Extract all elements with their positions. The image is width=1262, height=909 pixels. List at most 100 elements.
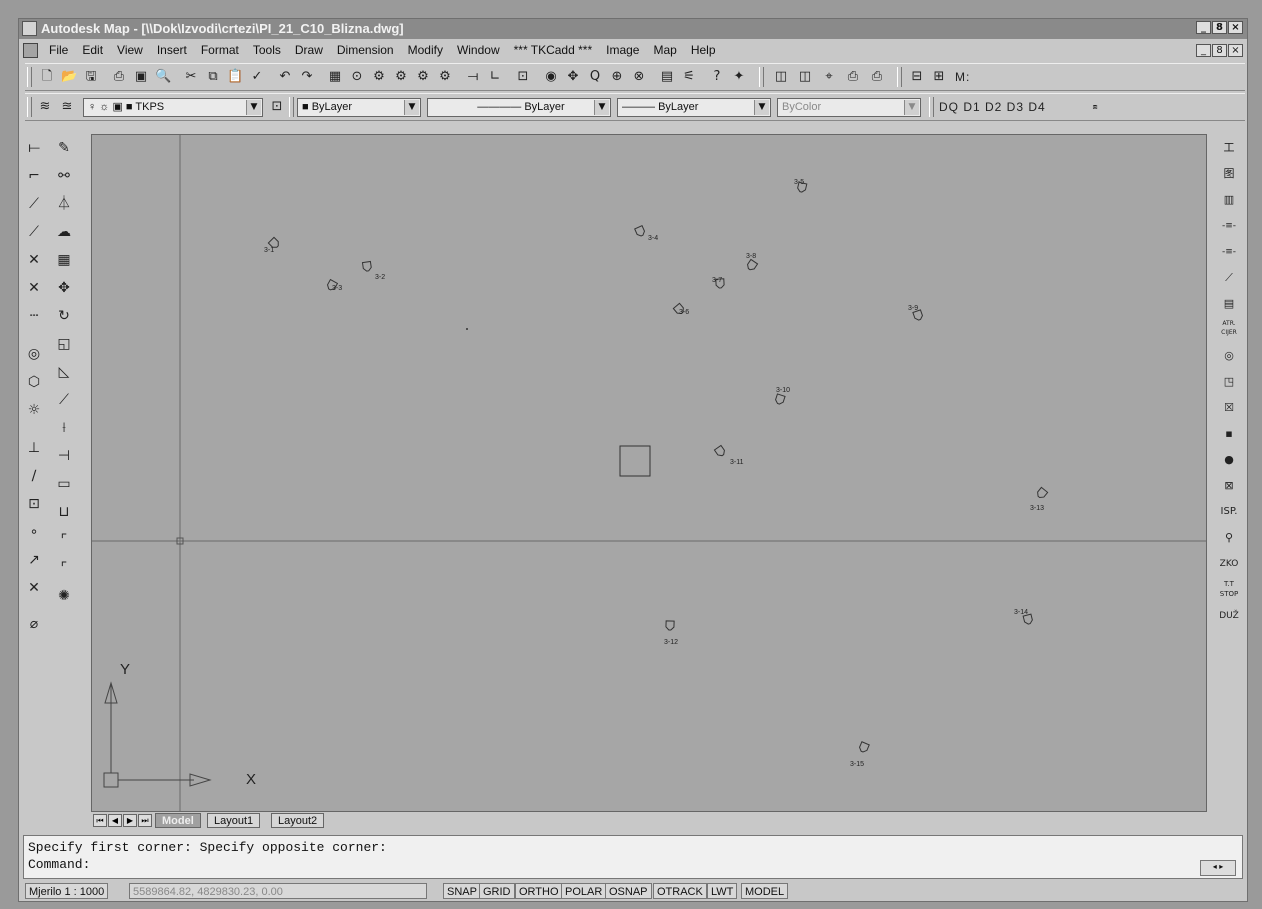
tk-tool-3-icon[interactable]: ▥ (1217, 189, 1241, 211)
tk-tt-stop-icon[interactable]: T.T STOP (1217, 579, 1241, 601)
tk-tool-2-icon[interactable]: 图 (1217, 163, 1241, 185)
print-icon[interactable]: ⎙ (111, 69, 127, 85)
copy-object-icon[interactable]: ⚯ (53, 165, 75, 187)
mirror-icon[interactable]: ⏃ (53, 193, 75, 215)
help-icon[interactable]: ? (709, 69, 725, 85)
hatch-icon[interactable]: ⌀ (23, 613, 45, 635)
move-icon[interactable]: ✥ (53, 277, 75, 299)
tk-tool-5-icon[interactable]: -≡- (1217, 241, 1241, 263)
lineweight-dropdown[interactable]: ——— ByLayer ▼ (617, 98, 771, 117)
tab-prev-button[interactable]: ◀ (108, 814, 122, 827)
tk-tool-1-icon[interactable]: 工 (1217, 137, 1241, 159)
chamfer-edge-icon[interactable]: ⌜ (53, 529, 75, 551)
viewport-icon[interactable]: ⊟ (909, 69, 925, 85)
ortho-toggle[interactable]: ORTHO (515, 883, 563, 899)
layer-manager-icon[interactable]: ≋ (37, 99, 53, 115)
toolbar-grip-layers[interactable] (27, 97, 32, 117)
tk-isp-icon[interactable]: ISP. (1217, 501, 1241, 523)
menu-file[interactable]: File (49, 43, 68, 57)
break-at-point-icon[interactable]: ⊔ (53, 501, 75, 523)
app-icon[interactable] (22, 21, 37, 36)
layer-dropdown-arrow[interactable]: ▼ (246, 100, 261, 115)
scale-readout[interactable]: Mjerilo 1 : 1000 (25, 883, 109, 899)
menu-map[interactable]: Map (653, 43, 676, 57)
tk-duz-icon[interactable]: DUŽ (1217, 605, 1241, 627)
tk-tool-10-icon[interactable]: ◳ (1217, 371, 1241, 393)
close-button[interactable]: × (1228, 21, 1243, 34)
survey-point-marker[interactable] (361, 260, 372, 272)
tk-tool-12-icon[interactable]: ▪ (1217, 423, 1241, 445)
plotstyle-dropdown-arrow[interactable]: ▼ (904, 100, 919, 115)
cut-icon[interactable]: ✂ (183, 69, 199, 85)
make-object-layer-current-icon[interactable]: ⊡ (269, 99, 285, 115)
lengthen-icon[interactable]: ⟋ (53, 389, 75, 411)
survey-point-marker[interactable] (1036, 486, 1049, 499)
tab-layout2[interactable]: Layout2 (271, 813, 325, 828)
stretch-icon[interactable]: ◺ (53, 361, 75, 383)
color-dropdown[interactable]: ■ ByLayer ▼ (297, 98, 421, 117)
undo-icon[interactable]: ↶ (277, 69, 293, 85)
tab-layout1[interactable]: Layout1 (207, 813, 261, 828)
construction-line-icon[interactable]: ⌐ (23, 165, 45, 187)
network-icon[interactable]: ⚙ (371, 69, 387, 85)
open-icon[interactable]: 📂 (61, 69, 77, 85)
tab-first-button[interactable]: ⏮ (93, 814, 107, 827)
parallel-icon[interactable]: ∕ (23, 465, 45, 487)
redo-icon[interactable]: ↷ (299, 69, 315, 85)
tab-next-button[interactable]: ▶ (123, 814, 137, 827)
linetype-dropdown[interactable]: ———— ByLayer ▼ (427, 98, 611, 117)
save-icon[interactable]: 🖫 (83, 69, 99, 85)
menu-view[interactable]: View (117, 43, 143, 57)
zoom-window-icon[interactable]: ⊡ (515, 69, 531, 85)
menu-insert[interactable]: Insert (157, 43, 187, 57)
circle-icon[interactable]: ◎ (23, 343, 45, 365)
chamfer-icon[interactable]: ↗ (23, 549, 45, 571)
zoom-realtime-icon[interactable]: Q (587, 69, 603, 85)
snap-icon[interactable]: ⊙ (349, 69, 365, 85)
tk-tool-14-icon[interactable]: ⊠ (1217, 475, 1241, 497)
survey-point-marker[interactable] (746, 258, 759, 271)
toolbar-grip[interactable] (27, 67, 32, 87)
rotate-icon[interactable]: ↻ (53, 305, 75, 327)
find-icon[interactable]: 🔍 (155, 69, 171, 85)
copy-icon[interactable]: ⧉ (205, 69, 221, 85)
block-icon[interactable]: ⊡ (23, 493, 45, 515)
tk-tool-11-icon[interactable]: ☒ (1217, 397, 1241, 419)
delete-icon[interactable]: ✕ (23, 577, 45, 599)
menu-dimension[interactable]: Dimension (337, 43, 394, 57)
offset-icon[interactable]: ☁ (53, 221, 75, 243)
tk-tool-7-icon[interactable]: ▤ (1217, 293, 1241, 315)
assist-icon[interactable]: ✦ (731, 69, 747, 85)
view-icon[interactable]: ◉ (543, 69, 559, 85)
line-icon[interactable]: ⟝ (23, 137, 45, 159)
toolbar-grip-d[interactable] (929, 97, 934, 117)
tk-tool-13-icon[interactable]: ● (1217, 449, 1241, 471)
paste-icon[interactable]: 📋 (227, 69, 243, 85)
tool-node-icon[interactable]: ⌖ (821, 69, 837, 85)
osnap-toggle[interactable]: OSNAP (605, 883, 652, 899)
doc-close-button[interactable]: × (1228, 44, 1243, 57)
menu-help[interactable]: Help (691, 43, 716, 57)
ray-icon[interactable]: ✕ (23, 277, 45, 299)
drawing-area[interactable]: Y X 3-1 3-2 3-3 3-4 3-5 3-6 3-7 3-8 3-9 3-10 3-11 3… (91, 134, 1207, 812)
tool-box-2-icon[interactable]: ◫ (797, 69, 813, 85)
revcloud-icon[interactable]: ☼ (23, 399, 45, 421)
polar-toggle[interactable]: POLAR (561, 883, 607, 899)
menu-tkcadd[interactable]: *** TKCadd *** (514, 43, 593, 57)
print-preview-icon[interactable]: ▣ (133, 69, 149, 85)
ucs-icon[interactable]: ∟ (487, 69, 503, 85)
zoom-previous-icon[interactable]: ⊕ (609, 69, 625, 85)
perpendicular-icon[interactable]: ⊥ (23, 437, 45, 459)
document-icon[interactable] (23, 43, 38, 58)
polygon-icon[interactable]: ⬡ (23, 371, 45, 393)
tk-tool-16-icon[interactable]: ⚲ (1217, 527, 1241, 549)
survey-point-marker[interactable] (858, 741, 870, 753)
command-scrollbar[interactable]: ◂ ▸ (1200, 860, 1236, 876)
polyline-icon[interactable]: ⟋ (23, 193, 45, 215)
break-icon[interactable]: ▭ (53, 473, 75, 495)
menu-draw[interactable]: Draw (295, 43, 323, 57)
tab-last-button[interactable]: ⏭ (138, 814, 152, 827)
dash-icon[interactable]: ┄ (23, 305, 45, 327)
network3-icon[interactable]: ⚙ (415, 69, 431, 85)
tk-atr-cijer-icon[interactable]: ATR. CIJER (1217, 319, 1241, 341)
